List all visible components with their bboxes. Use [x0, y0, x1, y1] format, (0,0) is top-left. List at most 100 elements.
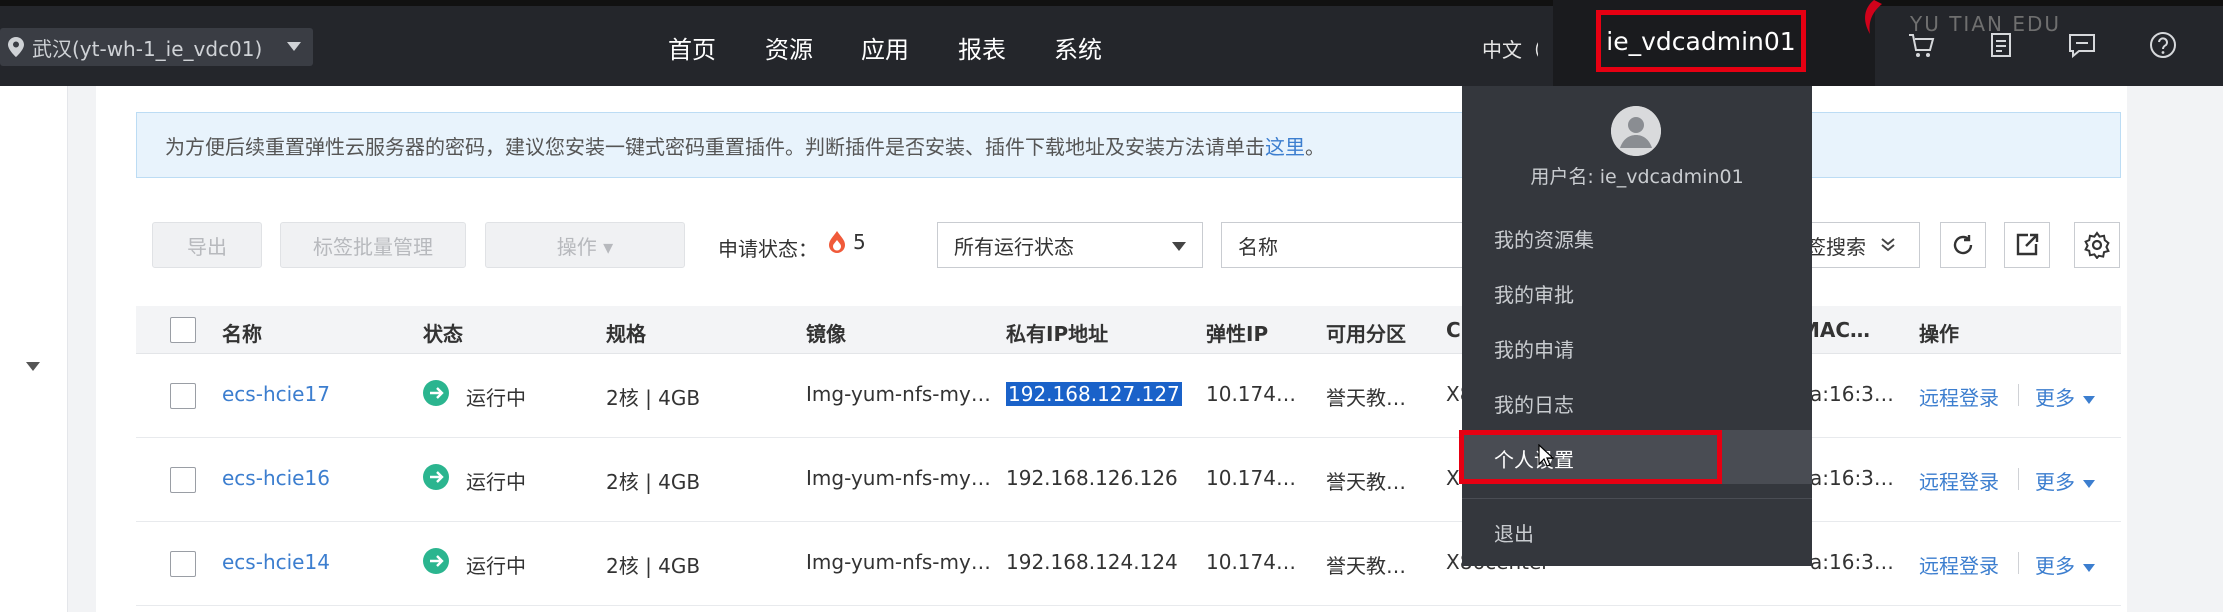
chevron-down-icon [287, 42, 301, 51]
notice-link[interactable]: 这里 [1265, 131, 1305, 160]
help-icon[interactable] [2148, 30, 2178, 60]
col-image[interactable]: 镜像 [806, 318, 846, 347]
mouse-cursor-icon [1538, 444, 1554, 467]
chevron-down-icon [1172, 242, 1186, 251]
notice-text: 为方便后续重置弹性云服务器的密码，建议您安装一键式密码重置插件。判断插件是否安装… [165, 134, 1265, 159]
menu-divider [1462, 498, 1812, 499]
action-divider [2018, 552, 2019, 574]
private-ip-cell[interactable]: 192.168.127.127 [1006, 382, 1182, 406]
chevron-down-icon [2083, 563, 2095, 572]
status-text: 运行中 [466, 386, 526, 410]
password-reset-notice: 为方便后续重置弹性云服务器的密码，建议您安装一键式密码重置插件。判断插件是否安装… [136, 112, 2121, 178]
more-actions-link[interactable]: 更多 [2035, 382, 2095, 411]
table-row: ecs-hcie14 运行中 2核 | 4GB Img-yum-nfs-my… … [136, 522, 2121, 606]
tag-search-button[interactable]: 签搜索 [1798, 222, 1920, 268]
nav-system[interactable]: 系统 [1054, 30, 1102, 65]
user-avatar-icon [1611, 106, 1661, 156]
more-label: 更多 [2035, 554, 2075, 578]
az-cell: 誉天教… [1326, 470, 1406, 494]
remote-login-link[interactable]: 远程登录 [1919, 466, 1999, 495]
table-row: ecs-hcie17 运行中 2核 | 4GB Img-yum-nfs-my… … [136, 354, 2121, 438]
row-checkbox[interactable] [170, 383, 196, 409]
notice-end: 。 [1305, 134, 1325, 159]
nav-reports[interactable]: 报表 [958, 30, 1006, 65]
remote-login-link[interactable]: 远程登录 [1919, 382, 1999, 411]
user-menu-button[interactable]: ie_vdcadmin01 [1596, 10, 1806, 72]
double-chevron-down-icon [1881, 238, 1895, 252]
table-header: 名称 状态 规格 镜像 私有IP地址 弹性IP 可用分区 C MAC… 操作 [136, 306, 2121, 354]
run-status-select[interactable]: 所有运行状态 [937, 222, 1203, 268]
gear-icon [2084, 231, 2110, 259]
sidebar-expand-icon[interactable] [26, 362, 40, 371]
menu-item-my-approvals[interactable]: 我的审批 [1494, 279, 1574, 308]
settings-button[interactable] [2074, 222, 2120, 268]
top-strip [0, 0, 2223, 6]
apply-status-number: 5 [853, 230, 866, 254]
col-az[interactable]: 可用分区 [1326, 318, 1406, 347]
region-selector[interactable]: 武汉(yt-wh-1_ie_vdc01) [0, 28, 313, 66]
remote-login-link[interactable]: 远程登录 [1919, 550, 1999, 579]
mac-cell: a:16:3… [1810, 466, 1894, 490]
mac-cell: a:16:3… [1810, 382, 1894, 406]
refresh-button[interactable] [1940, 222, 1986, 268]
col-eip[interactable]: 弹性IP [1206, 318, 1268, 347]
chevron-down-icon [2083, 479, 2095, 488]
row-checkbox[interactable] [170, 467, 196, 493]
mac-cell: a:16:3… [1810, 550, 1894, 574]
user-dropdown-menu [1462, 86, 1812, 566]
more-actions-link[interactable]: 更多 [2035, 550, 2095, 579]
action-divider [2018, 468, 2019, 490]
actions-button[interactable]: 操作 ▾ [485, 222, 685, 268]
refresh-icon [1953, 235, 1973, 255]
apply-status-count[interactable]: 5 [827, 230, 866, 254]
image-cell: Img-yum-nfs-my… [806, 382, 991, 406]
col-spec[interactable]: 规格 [606, 318, 646, 347]
instance-name-link[interactable]: ecs-hcie16 [222, 466, 330, 490]
eip-cell: 10.174… [1206, 382, 1296, 406]
cart-icon[interactable] [1906, 30, 1936, 60]
more-actions-link[interactable]: 更多 [2035, 466, 2095, 495]
language-selector[interactable]: 中文（简 [1482, 34, 1538, 63]
top-navigation-bar [0, 0, 2223, 86]
location-pin-icon [8, 37, 24, 57]
export-list-button[interactable] [2004, 222, 2050, 268]
highlight-box [1459, 430, 1722, 484]
spec-cell: 2核 | 4GB [606, 554, 701, 578]
nav-home[interactable]: 首页 [668, 30, 716, 65]
menu-item-my-applications[interactable]: 我的申请 [1494, 334, 1574, 363]
instance-name-link[interactable]: ecs-hcie17 [222, 382, 330, 406]
menu-item-logout[interactable]: 退出 [1494, 518, 1534, 547]
left-sidebar [0, 86, 68, 612]
col-name[interactable]: 名称 [222, 318, 262, 347]
az-cell: 誉天教… [1326, 554, 1406, 578]
nav-applications[interactable]: 应用 [861, 30, 909, 65]
apply-status-label: 申请状态： [718, 237, 818, 261]
eip-cell: 10.174… [1206, 466, 1296, 490]
instance-name-link[interactable]: ecs-hcie14 [222, 550, 330, 574]
col-c[interactable]: C [1446, 318, 1461, 342]
menu-item-my-resources[interactable]: 我的资源集 [1494, 224, 1594, 253]
more-label: 更多 [2035, 470, 2075, 494]
action-divider [2018, 384, 2019, 406]
search-field-value: 名称 [1238, 234, 1278, 259]
eip-cell: 10.174… [1206, 550, 1296, 574]
menu-item-my-logs[interactable]: 我的日志 [1494, 389, 1574, 418]
message-icon[interactable] [2067, 30, 2097, 60]
private-ip-cell[interactable]: 192.168.124.124 [1006, 550, 1178, 574]
status-text: 运行中 [466, 470, 526, 494]
export-button[interactable]: 导出 [152, 222, 262, 268]
private-ip-cell[interactable]: 192.168.126.126 [1006, 466, 1178, 490]
select-all-checkbox[interactable] [170, 317, 196, 343]
avatar [1611, 106, 1661, 156]
col-status[interactable]: 状态 [423, 318, 463, 347]
orders-icon[interactable] [1986, 30, 2016, 60]
col-private-ip[interactable]: 私有IP地址 [1006, 318, 1108, 347]
az-cell: 誉天教… [1326, 386, 1406, 410]
search-field-select[interactable]: 名称 [1221, 222, 1463, 268]
tag-batch-button[interactable]: 标签批量管理 [280, 222, 466, 268]
status-text: 运行中 [466, 554, 526, 578]
row-checkbox[interactable] [170, 551, 196, 577]
running-status-icon [423, 464, 449, 490]
run-status-value: 所有运行状态 [954, 234, 1074, 259]
nav-resources[interactable]: 资源 [765, 30, 813, 65]
